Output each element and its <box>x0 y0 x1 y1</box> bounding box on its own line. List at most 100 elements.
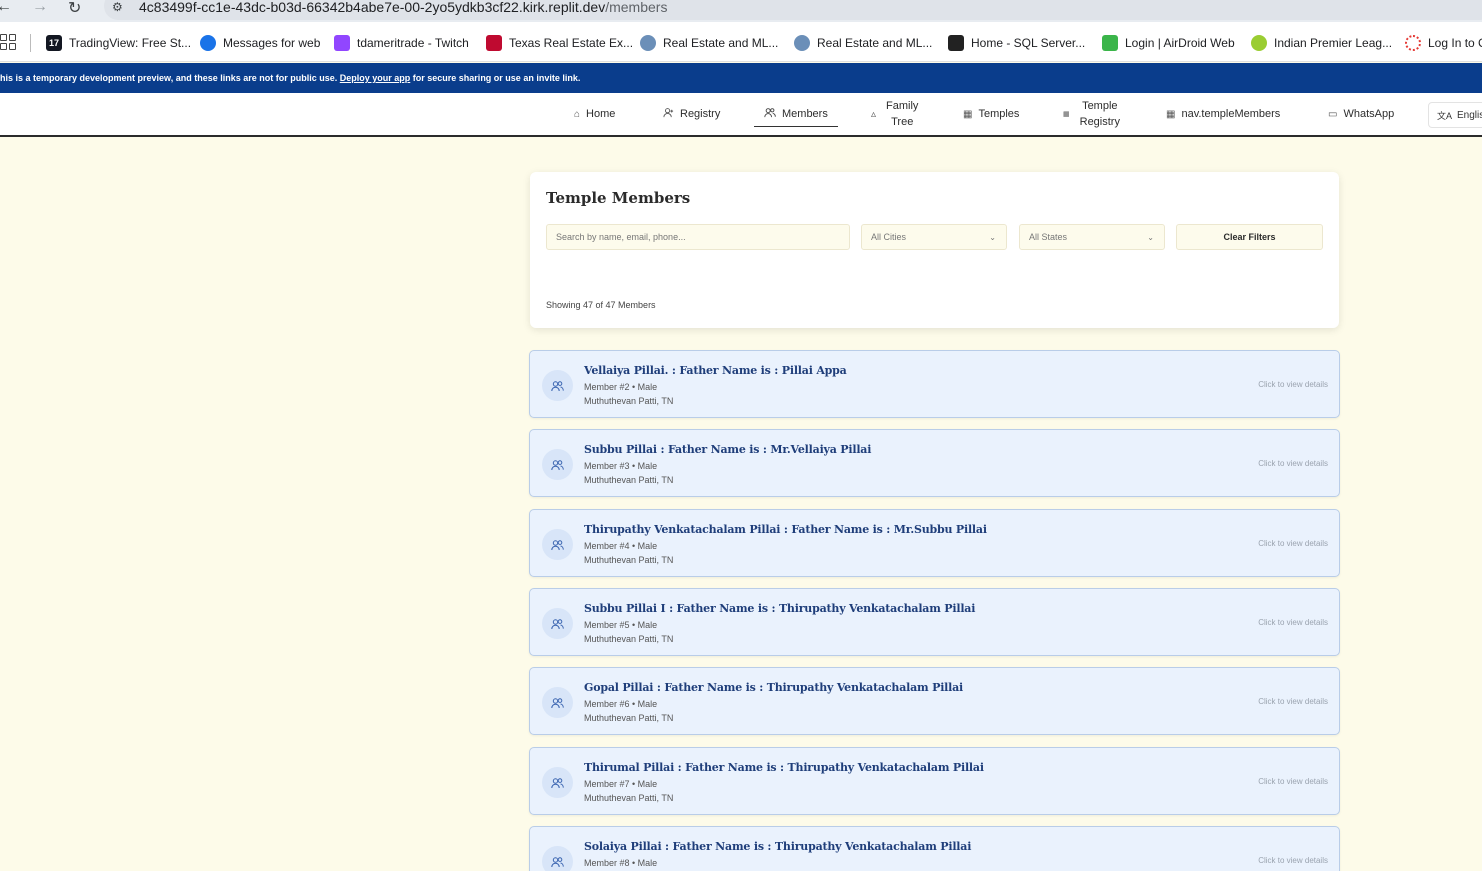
airdroid-icon <box>1102 35 1118 51</box>
chevron-down-icon: ⌄ <box>1147 233 1154 242</box>
users-icon <box>542 608 573 639</box>
member-name: Solaiya Pillai : Father Name is : Thirup… <box>584 840 972 853</box>
bookmark-label: Indian Premier Leag... <box>1274 36 1393 50</box>
member-location: Muthuthevan Patti, TN <box>584 793 674 803</box>
view-details-link[interactable]: Click to view details <box>1258 618 1328 627</box>
language-button[interactable]: 文AEnglisl <box>1428 102 1482 128</box>
nav-temples[interactable]: ▦ Temples <box>963 93 1019 135</box>
users-icon <box>542 529 573 560</box>
users-icon <box>542 449 573 480</box>
member-card[interactable]: Solaiya Pillai : Father Name is : Thirup… <box>529 826 1340 871</box>
nav-temple-members[interactable]: ▦ nav.templeMembers <box>1166 93 1280 135</box>
member-meta: Member #2 • Male <box>584 382 658 392</box>
member-location: Muthuthevan Patti, TN <box>584 713 674 723</box>
browser-toolbar: ← → ↻ ⚙ 4c83499f-cc1e-43dc-b03d-66342b4a… <box>0 0 1482 22</box>
bookmark-label: tdameritrade - Twitch <box>357 36 469 50</box>
nav-temple-registry[interactable]: ▦ Temple Registry <box>1063 93 1120 135</box>
member-meta: Member #7 • Male <box>584 779 658 789</box>
bookmarks-divider <box>30 34 31 52</box>
clear-filters-button[interactable]: Clear Filters <box>1176 224 1323 250</box>
bookmark-item[interactable]: 17 TradingView: Free St... <box>46 34 191 52</box>
twitch-icon <box>334 35 350 51</box>
users-icon <box>542 687 573 718</box>
view-details-link[interactable]: Click to view details <box>1258 856 1328 865</box>
nav-home[interactable]: ⌂ Home <box>574 93 615 135</box>
member-name: Vellaiya Pillai. : Father Name is : Pill… <box>584 364 847 377</box>
member-name: Subbu Pillai : Father Name is : Mr.Vella… <box>584 443 872 456</box>
address-bar[interactable]: ⚙ 4c83499f-cc1e-43dc-b03d-66342b4abe7e-0… <box>104 0 1482 20</box>
member-name: Thirupathy Venkatachalam Pillai : Father… <box>584 523 987 536</box>
member-location: Muthuthevan Patti, TN <box>584 555 674 565</box>
building-icon: ▦ <box>1063 111 1070 118</box>
member-card[interactable]: Subbu Pillai I : Father Name is : Thirup… <box>529 588 1340 656</box>
state-select[interactable]: All States ⌄ <box>1019 224 1165 250</box>
member-meta: Member #5 • Male <box>584 620 658 630</box>
member-location: Muthuthevan Patti, TN <box>584 475 674 485</box>
member-card[interactable]: Vellaiya Pillai. : Father Name is : Pill… <box>529 350 1340 418</box>
member-card[interactable]: Gopal Pillai : Father Name is : Thirupat… <box>529 667 1340 735</box>
nav-members[interactable]: Members <box>754 93 838 135</box>
member-location: Muthuthevan Patti, TN <box>584 396 674 406</box>
bookmark-label: Login | AirDroid Web <box>1125 36 1235 50</box>
bookmark-item[interactable]: Texas Real Estate Ex... <box>486 34 633 52</box>
url-text[interactable]: 4c83499f-cc1e-43dc-b03d-66342b4abe7e-00-… <box>139 0 667 15</box>
member-location: Muthuthevan Patti, TN <box>584 634 674 644</box>
nav-whatsapp[interactable]: ▭ WhatsApp <box>1328 93 1394 135</box>
bookmark-label: Home - SQL Server... <box>971 36 1086 50</box>
bookmark-item[interactable]: Real Estate and ML... <box>794 34 932 52</box>
apps-grid-icon[interactable] <box>0 34 16 50</box>
view-details-link[interactable]: Click to view details <box>1258 697 1328 706</box>
view-details-link[interactable]: Click to view details <box>1258 459 1328 468</box>
view-details-link[interactable]: Click to view details <box>1258 380 1328 389</box>
back-icon[interactable]: ← <box>0 0 12 16</box>
bookmark-item[interactable]: Indian Premier Leag... <box>1251 34 1392 52</box>
banner-text-after: for secure sharing or use an invite link… <box>410 73 581 83</box>
member-meta: Member #6 • Male <box>584 699 658 709</box>
bookmarks-bar: 17 TradingView: Free St... Messages for we… <box>0 22 1482 62</box>
home-icon: ⌂ <box>574 108 581 120</box>
bookmark-label: Messages for web <box>223 36 321 50</box>
page-title: Temple Members <box>546 189 691 207</box>
texas-flag-icon <box>486 35 502 51</box>
forward-icon[interactable]: → <box>32 0 48 16</box>
bookmark-label: Real Estate and ML... <box>663 36 779 50</box>
bookmark-item[interactable]: tdameritrade - Twitch <box>334 34 469 52</box>
building-icon: ▦ <box>963 108 973 120</box>
globe-icon <box>640 35 656 51</box>
circle-dots-icon <box>1405 35 1421 51</box>
messages-icon <box>200 35 216 51</box>
bookmark-item[interactable]: Real Estate and ML... <box>640 34 778 52</box>
member-name: Gopal Pillai : Father Name is : Thirupat… <box>584 681 964 694</box>
nav-registry[interactable]: Registry <box>663 93 720 135</box>
reload-icon[interactable]: ↻ <box>68 0 81 18</box>
member-card[interactable]: Subbu Pillai : Father Name is : Mr.Vella… <box>529 429 1340 497</box>
globe-icon <box>794 35 810 51</box>
member-meta: Member #3 • Male <box>584 461 658 471</box>
nav-family-tree[interactable]: ▵ Family Tree <box>871 93 918 135</box>
view-details-link[interactable]: Click to view details <box>1258 539 1328 548</box>
dev-preview-banner: his is a temporary development preview, … <box>0 63 1482 93</box>
bookmark-label: Real Estate and ML... <box>817 36 933 50</box>
bookmark-item[interactable]: Login | AirDroid Web <box>1102 34 1235 52</box>
ball-icon <box>1251 35 1267 51</box>
member-meta: Member #8 • Male <box>584 858 658 868</box>
translate-icon: 文A <box>1437 110 1453 121</box>
bookmark-item[interactable]: Log In to C <box>1405 34 1482 52</box>
city-select[interactable]: All Cities ⌄ <box>861 224 1007 250</box>
banner-text: his is a temporary development preview, … <box>0 73 340 83</box>
view-details-link[interactable]: Click to view details <box>1258 777 1328 786</box>
deploy-link[interactable]: Deploy your app <box>340 73 411 83</box>
filter-card: Temple Members Search by name, email, ph… <box>530 172 1339 328</box>
bookmark-item[interactable]: Home - SQL Server... <box>948 34 1085 52</box>
site-settings-icon[interactable]: ⚙ <box>112 0 123 14</box>
search-input[interactable]: Search by name, email, phone... <box>546 224 850 250</box>
member-card[interactable]: Thirupathy Venkatachalam Pillai : Father… <box>529 509 1340 577</box>
users-icon <box>542 846 573 871</box>
bookmark-label: TradingView: Free St... <box>69 36 192 50</box>
app-navbar: ⌂ Home Registry Members ▵ Family Tree ▦ Tem… <box>0 93 1482 137</box>
bookmark-item[interactable]: Messages for web <box>200 34 320 52</box>
results-count: Showing 47 of 47 Members <box>546 300 656 310</box>
tradingview-icon: 17 <box>46 35 62 51</box>
member-card[interactable]: Thirumal Pillai : Father Name is : Thiru… <box>529 747 1340 815</box>
member-name: Thirumal Pillai : Father Name is : Thiru… <box>584 761 984 774</box>
